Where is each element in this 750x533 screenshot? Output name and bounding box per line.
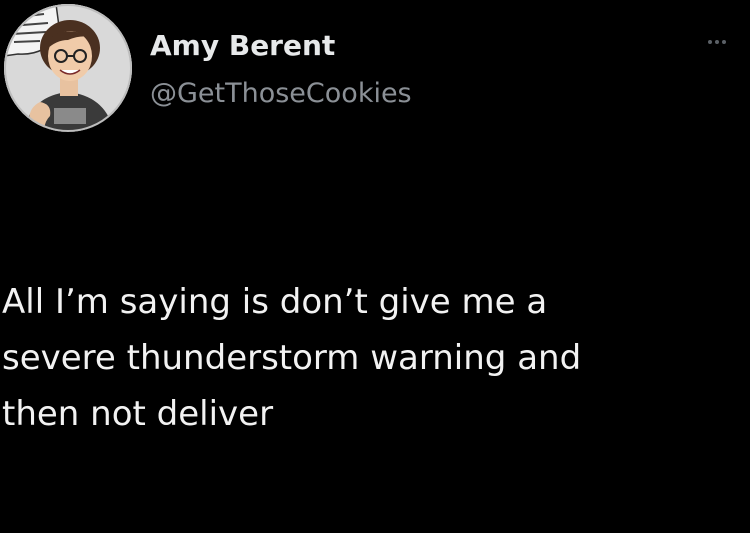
more-options-icon[interactable] [708, 30, 748, 54]
tweet-text: All I’m saying is don’t give me a severe … [2, 274, 748, 442]
illustrated-avatar-icon [4, 4, 132, 132]
tweet-text-line: severe thunderstorm warning and [2, 338, 582, 378]
display-name[interactable]: Amy Berent [150, 28, 335, 64]
tweet-text-line: All I’m saying is don’t give me a [2, 282, 548, 322]
more-dot [708, 40, 712, 44]
more-dot [715, 40, 719, 44]
tweet-text-line: then not deliver [2, 394, 274, 434]
tweet-card: Amy Berent @GetThoseCookies All I’m sayi… [0, 0, 750, 533]
user-handle[interactable]: @GetThoseCookies [150, 76, 412, 112]
more-dot [722, 40, 726, 44]
avatar[interactable] [4, 4, 132, 132]
